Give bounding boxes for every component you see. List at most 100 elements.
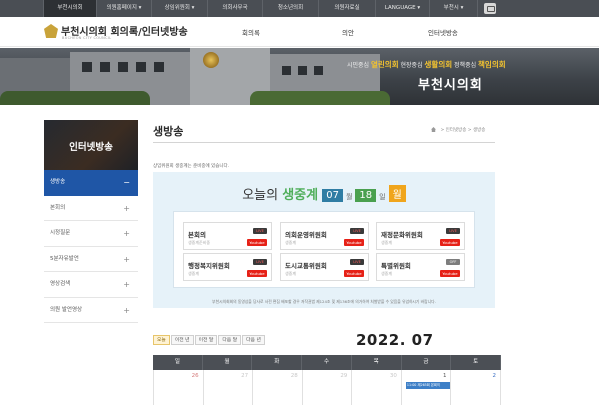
committee-status: 생중계 (381, 271, 393, 276)
expand-icon[interactable]: + (123, 272, 130, 297)
committee-status: 생중계 (285, 271, 297, 276)
calendar-day-cell[interactable]: 26 (154, 370, 204, 405)
calendar-event[interactable]: 11:00 제265회 본회의 (405, 382, 450, 389)
committee-name: 재정문화위원회 (381, 231, 423, 239)
top-menu-item[interactable]: 의원홈페이지 ▾ (97, 0, 152, 17)
sidebar-item[interactable]: 5분자유발언 + (44, 246, 138, 272)
committee-card[interactable]: 재정문화위원회 생중계 LIVE Youtube (376, 222, 465, 250)
sidebar-item-label: 시정질문 (50, 230, 71, 236)
sidebar-item[interactable]: 의원 발언영상 + (44, 297, 138, 323)
sidebar-item[interactable]: 시정질문 + (44, 221, 138, 247)
committee-card[interactable]: 의회운영위원회 생중계 LIVE Youtube (280, 222, 369, 250)
day-number: 2 (492, 373, 497, 379)
committee-card[interactable]: 도시교통위원회 생중계 LIVE Youtube (280, 253, 369, 281)
hero-tagline: 시민중심 열린의회 현장중심 생활의회 정책중심 책임의회 (347, 59, 506, 70)
hero-window (82, 62, 92, 72)
youtube-button[interactable]: Youtube (440, 239, 460, 246)
top-menu-item[interactable]: LANGUAGE ▾ (376, 0, 430, 17)
live-broadcast-panel: 오늘의 생중계 07 월 18 일 월 본회의 생중계준비중 LIVE Youtube 의회운영… (153, 172, 495, 308)
sidebar-item[interactable]: 본회의 + (44, 195, 138, 221)
main-nav-item[interactable]: 인터넷방송 (428, 27, 458, 37)
tagline-part: 정책중심 (452, 62, 479, 69)
committee-card-grid: 본회의 생중계준비중 LIVE Youtube 의회운영위원회 생중계 LIVE Youtub… (173, 211, 475, 288)
live-status-badge: LIVE (253, 228, 267, 234)
today-button[interactable]: 오늘 (153, 335, 170, 345)
committee-name: 특별위원회 (381, 262, 411, 270)
calendar-day-cell[interactable]: 28 (253, 370, 303, 405)
expand-icon[interactable]: + (123, 221, 130, 246)
calendar-nav-button[interactable]: 다음 달 (218, 335, 242, 345)
top-menu-item[interactable]: 부천시 ▾ (430, 0, 478, 17)
top-menu-item[interactable]: 부천시의회 (43, 0, 97, 17)
weekday-header: 일 (153, 355, 203, 370)
live-status-badge: LIVE (350, 259, 364, 265)
hero-window (314, 66, 323, 75)
today-live-heading: 오늘의 생중계 07 월 18 일 월 (153, 184, 495, 203)
notice-text: 상임위원회 생중계는 준비중에 있습니다. (153, 164, 230, 169)
hero-window (282, 66, 291, 75)
tagline-part: 시민중심 (347, 62, 371, 69)
calendar-nav-button[interactable]: 이전 달 (194, 335, 218, 345)
top-utility-bar: 부천시의회 의원홈페이지 ▾ 상임위원회 ▾ 의회사무국 청소년의회 의원자료실 LANGU… (0, 0, 599, 17)
sidebar-item-label: 본회의 (50, 204, 66, 211)
committee-name: 본회의 (188, 231, 206, 239)
expand-icon[interactable]: + (123, 298, 130, 323)
calendar-day-cell[interactable]: 30 (352, 370, 402, 405)
youtube-button[interactable]: Youtube (344, 239, 364, 246)
header: 부천시의회 회의록/인터넷방송 BUCHEON CITY COUNCIL 회의록… (0, 17, 599, 47)
title-divider (153, 142, 495, 143)
weekday-header: 수 (302, 355, 352, 370)
hero-window (298, 66, 307, 75)
month-unit: 월 (345, 193, 353, 201)
youtube-button[interactable]: Youtube (247, 239, 267, 246)
month-badge: 07 (322, 189, 343, 202)
collapse-icon[interactable]: − (123, 170, 130, 195)
calendar-day-cell[interactable]: 2 (451, 370, 502, 405)
calendar-day-cell[interactable]: 1 11:00 제265회 본회의 (401, 370, 452, 405)
breadcrumb-item[interactable]: 생방송 (473, 128, 485, 133)
calendar-day-cell[interactable]: 27 (203, 370, 254, 405)
sidebar-item[interactable]: 생방송 − (44, 170, 138, 196)
calendar-day-cell[interactable]: 29 (302, 370, 353, 405)
sidebar-item-label: 의원 발언영상 (50, 306, 83, 313)
main-nav-item[interactable]: 의안 (342, 27, 354, 37)
main-nav-item[interactable]: 회의록 (242, 27, 260, 37)
calendar-title: 2022. 07 (356, 331, 434, 349)
hero-trees (250, 91, 390, 105)
heading-live-word: 생중계 (282, 188, 319, 203)
sidebar-banner-title: 인터넷방송 (69, 142, 113, 153)
site-subtitle: BUCHEON CITY COUNCIL (62, 36, 112, 40)
youtube-button[interactable]: Youtube (247, 270, 267, 277)
committee-status: 생중계 (285, 240, 297, 245)
top-menu: 부천시의회 의원홈페이지 ▾ 상임위원회 ▾ 의회사무국 청소년의회 의원자료실 LANGU… (43, 0, 478, 17)
hero-title: 부천시의회 (418, 78, 483, 93)
day-badge: 18 (355, 189, 377, 202)
hero-window (154, 62, 164, 72)
top-menu-item[interactable]: 청소년의회 (263, 0, 319, 17)
breadcrumb-item[interactable]: 인터넷방송 (446, 128, 467, 133)
calendar-nav-button[interactable]: 다음 년 (242, 335, 265, 345)
committee-card[interactable]: 본회의 생중계준비중 LIVE Youtube (183, 222, 272, 250)
expand-icon[interactable]: + (123, 196, 130, 221)
expand-icon[interactable]: + (123, 247, 130, 272)
sidebar-item-label: 5분자유발언 (50, 255, 79, 262)
calendar-nav: 오늘 이전 년 이전 달 다음 달 다음 년 (153, 335, 266, 345)
weekday-badge: 월 (388, 185, 406, 202)
top-menu-item[interactable]: 의원자료실 (319, 0, 376, 17)
tagline-part: 현장중심 (398, 62, 425, 69)
print-icon[interactable] (484, 3, 496, 14)
sidebar-item[interactable]: 영상검색 + (44, 272, 138, 298)
live-status-badge: OFF (446, 259, 460, 265)
day-unit: 일 (379, 193, 386, 201)
top-menu-item[interactable]: 상임위원회 ▾ (152, 0, 208, 17)
top-menu-item[interactable]: 의회사무국 (208, 0, 263, 17)
committee-card[interactable]: 행정복지위원회 생중계 LIVE Youtube (183, 253, 272, 281)
calendar-nav-button[interactable]: 이전 년 (170, 335, 194, 345)
heading-prefix: 오늘의 (242, 188, 283, 203)
day-number: 30 (389, 373, 397, 379)
day-number: 1 (442, 373, 447, 379)
home-icon[interactable] (431, 127, 436, 132)
youtube-button[interactable]: Youtube (344, 270, 364, 277)
committee-card[interactable]: 특별위원회 생중계 OFF Youtube (376, 253, 465, 281)
youtube-button[interactable]: Youtube (440, 270, 460, 277)
